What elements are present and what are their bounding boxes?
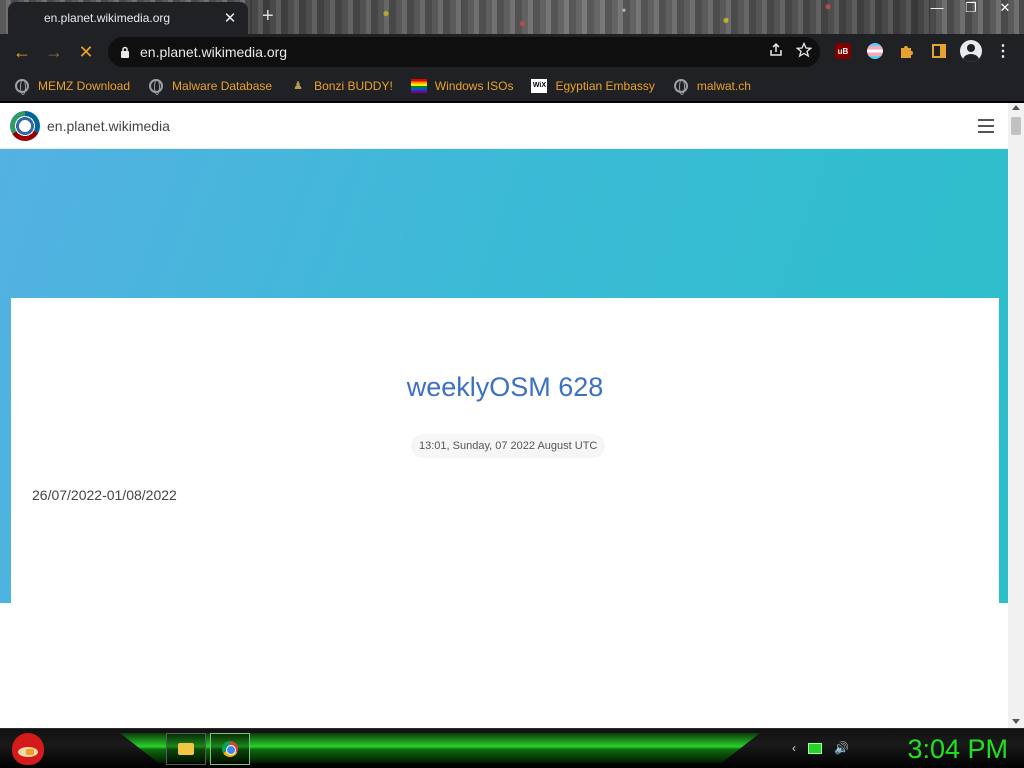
scroll-down-icon[interactable] [1012, 719, 1020, 724]
bookmark-label: Egyptian Embassy [555, 78, 655, 93]
rainbow-flag-icon [410, 78, 427, 94]
browser-toolbar: ← → ✕ en.planet.wikimedia.org uB ⋮ [0, 34, 1024, 70]
bookmark-label: MEMZ Download [38, 78, 131, 93]
new-tab-button[interactable]: + [262, 6, 274, 26]
volume-icon[interactable]: 🔊 [834, 741, 849, 755]
network-icon[interactable] [808, 742, 822, 754]
forward-button[interactable]: → [38, 36, 70, 68]
hamburger-menu-icon[interactable] [978, 119, 994, 137]
start-button[interactable] [8, 731, 48, 767]
bookmark-windows-isos[interactable]: Windows ISOs [410, 78, 514, 94]
side-panel-icon[interactable] [928, 40, 950, 62]
bookmark-malwatch[interactable]: malwat.ch [673, 78, 751, 95]
globe-icon [673, 78, 689, 95]
bookmark-label: Bonzi BUDDY! [314, 78, 393, 93]
back-button[interactable]: ← [6, 36, 38, 68]
bookmark-memz-download[interactable]: MEMZ Download [14, 78, 131, 95]
bookmark-label: Windows ISOs [434, 78, 514, 93]
scroll-thumb[interactable] [1011, 117, 1021, 135]
stop-icon: ✕ [78, 41, 94, 62]
wikimedia-logo-icon[interactable] [10, 110, 40, 141]
profile-icon[interactable] [960, 40, 982, 62]
address-bar[interactable]: en.planet.wikimedia.org [108, 37, 820, 67]
bonzi-icon: ♟ [293, 80, 304, 92]
puzzle-icon[interactable] [896, 40, 918, 62]
bookmark-label: malwat.ch [696, 78, 751, 93]
bookmark-egyptian-embassy[interactable]: WiX Egyptian Embassy [531, 78, 655, 94]
menu-icon[interactable]: ⋮ [992, 40, 1014, 62]
theme-background [250, 0, 930, 34]
tab-close-icon[interactable]: ✕ [222, 9, 238, 27]
lock-icon [121, 46, 129, 58]
bookmark-malware-database[interactable]: Malware Database [148, 78, 273, 95]
taskbar-chrome[interactable] [210, 733, 250, 765]
chevron-icon[interactable]: ‹ [792, 741, 796, 755]
bookmark-bonzi-buddy[interactable]: ♟ Bonzi BUDDY! [290, 78, 393, 94]
wix-icon: WiX [531, 78, 548, 94]
ublock-icon[interactable]: uB [832, 40, 854, 62]
site-header: en.planet.wikimedia [0, 103, 1008, 149]
post-date-badge: 13:01, Sunday, 07 2022 August UTC [411, 434, 606, 458]
minimize-button[interactable]: — [920, 0, 954, 16]
taskbar-clock[interactable]: 3:04 PM [907, 731, 1008, 767]
globe-icon [14, 78, 30, 95]
browser-tab[interactable]: en.planet.wikimedia.org ✕ [8, 2, 248, 34]
angry-bird-icon [12, 733, 44, 765]
vertical-scrollbar[interactable] [1008, 103, 1024, 728]
trans-flag-icon[interactable] [864, 40, 886, 62]
close-window-button[interactable]: ✕ [988, 0, 1022, 16]
star-icon[interactable] [796, 42, 812, 58]
forward-arrow-icon: → [45, 41, 63, 62]
scroll-up-icon[interactable] [1012, 105, 1020, 110]
taskbar: ‹ 🔊 3:04 PM [0, 728, 1024, 768]
post-title-link[interactable]: weeklyOSM 628 [11, 372, 999, 403]
chrome-icon [222, 741, 238, 757]
post-date-range: 26/07/2022-01/08/2022 [32, 487, 177, 503]
system-tray: ‹ 🔊 [792, 741, 849, 755]
maximize-button[interactable]: ❐ [954, 0, 988, 16]
taskbar-file-explorer[interactable] [166, 733, 206, 765]
site-name-link[interactable]: en.planet.wikimedia [47, 118, 170, 134]
file-explorer-icon [178, 743, 194, 755]
globe-icon [148, 78, 164, 95]
back-arrow-icon: ← [13, 41, 31, 62]
bookmark-label: Malware Database [172, 78, 273, 93]
url-text: en.planet.wikimedia.org [140, 44, 288, 60]
share-icon[interactable] [768, 42, 784, 58]
bookmarks-bar: MEMZ Download Malware Database ♟ Bonzi B… [0, 70, 1024, 101]
tab-strip: en.planet.wikimedia.org ✕ + — ❐ ✕ [0, 0, 1024, 34]
page-viewport: en.planet.wikimedia weeklyOSM 628 13:01,… [0, 103, 1024, 728]
tab-title: en.planet.wikimedia.org [44, 11, 171, 25]
stop-loading-button[interactable]: ✕ [70, 36, 102, 68]
post-card: weeklyOSM 628 13:01, Sunday, 07 2022 Aug… [11, 298, 999, 728]
